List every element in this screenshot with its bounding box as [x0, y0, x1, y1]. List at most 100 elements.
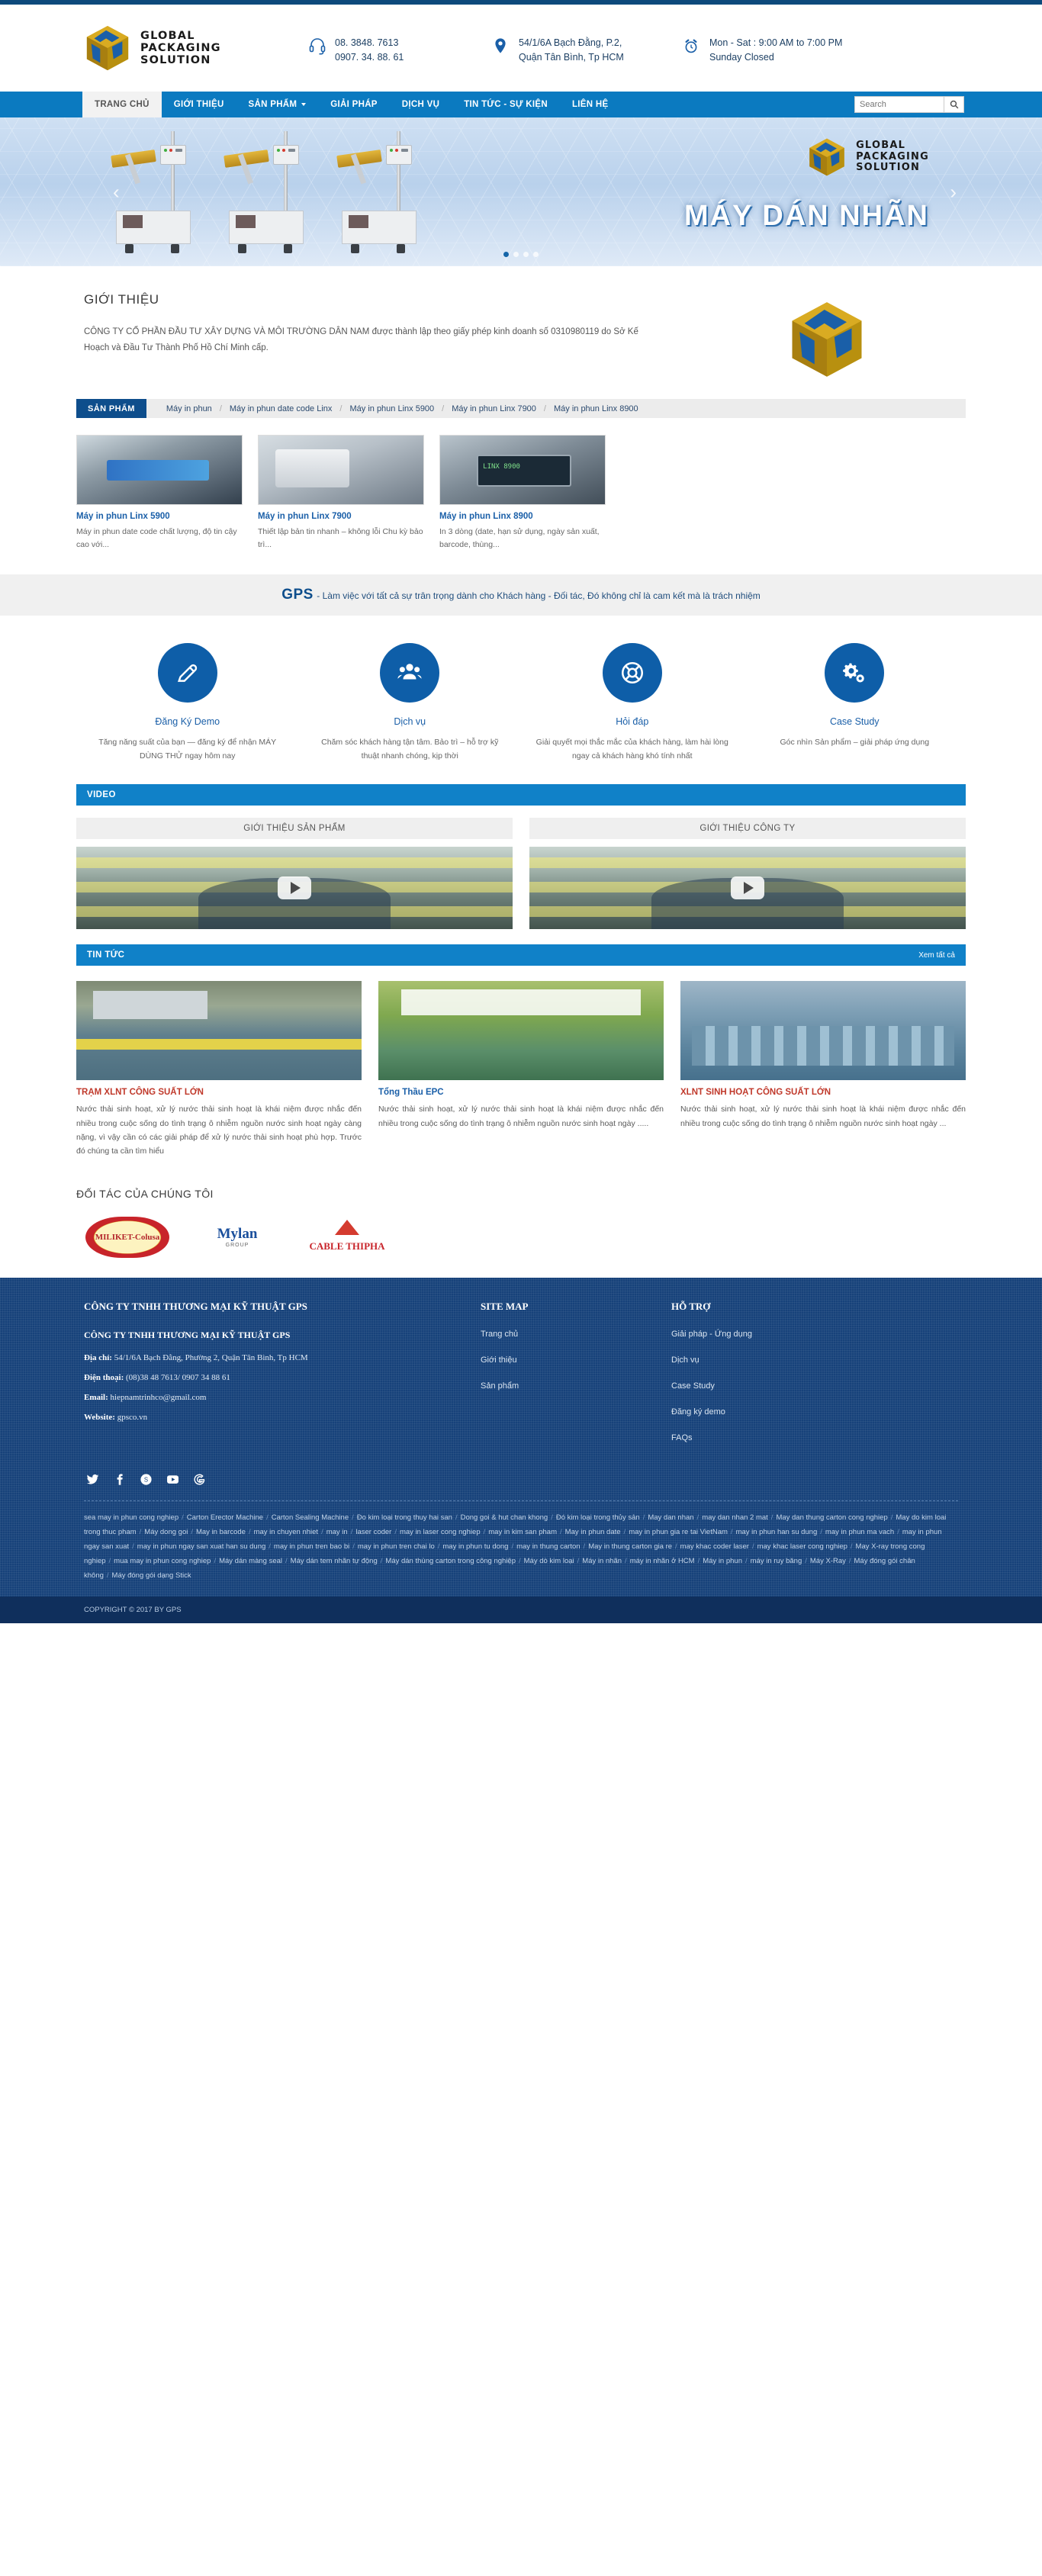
footer-tag[interactable]: May in barcode	[196, 1528, 246, 1536]
footer-tag[interactable]: Máy dán thùng carton trong công nghiệp	[385, 1557, 516, 1565]
twitter-icon[interactable]	[84, 1471, 101, 1488]
footer-tag[interactable]: may in phun tren chai lo	[358, 1542, 435, 1551]
footer-tag[interactable]: may in phun ngay san xuat han su dung	[137, 1542, 265, 1551]
footer-tag[interactable]: may in laser cong nghiep	[400, 1528, 481, 1536]
product-tab-linx-7900[interactable]: Máy in phun Linx 7900	[444, 404, 544, 413]
footer-tag[interactable]: may in chuyen nhiet	[254, 1528, 319, 1536]
footer-tag[interactable]: may dan nhan 2 mat	[702, 1513, 768, 1522]
mylan-group-logo[interactable]: Mylan GROUP	[195, 1217, 279, 1258]
nav-item-san-pham[interactable]: SẢN PHẨM	[236, 92, 319, 117]
footer-tag[interactable]: Máy X-Ray	[810, 1557, 846, 1565]
service-item-case-study[interactable]: Case Study Góc nhìn Sản phẩm – giải pháp…	[744, 642, 966, 764]
footer-tag[interactable]: may in thung carton	[516, 1542, 580, 1551]
footer-tag[interactable]: may khac laser cong nghiep	[757, 1542, 847, 1551]
news-title[interactable]: TRẠM XLNT CÔNG SUẤT LỚN	[76, 1088, 362, 1097]
banner-dot[interactable]	[533, 252, 539, 257]
product-card-title[interactable]: Máy in phun Linx 7900	[258, 512, 424, 521]
news-view-all-link[interactable]: Xem tất cả	[918, 951, 955, 960]
youtube-icon[interactable]	[164, 1471, 181, 1488]
product-card[interactable]: Máy in phun Linx 7900 Thiết lập bản tin …	[258, 435, 424, 552]
site-logo[interactable]: GLOBAL PACKAGING SOLUTION	[76, 24, 297, 72]
product-tab-linx-5900[interactable]: Máy in phun Linx 5900	[342, 404, 442, 413]
search-input[interactable]	[854, 96, 944, 113]
video-thumbnail[interactable]	[529, 847, 966, 930]
footer-tag[interactable]: Đo kim loại trong thuy hai san	[357, 1513, 452, 1522]
service-item-dang-ky-demo[interactable]: Đăng Ký Demo Tăng năng suất của bạn — đă…	[76, 642, 299, 764]
footer-link-giai-phap-ung-dung[interactable]: Giải pháp - Ứng dụng	[671, 1330, 915, 1339]
footer-tag[interactable]: Đó kim loại trong thủy sản	[556, 1513, 640, 1522]
footer-link-dich-vu[interactable]: Dịch vụ	[671, 1356, 915, 1365]
product-tab-may-in-phun[interactable]: Máy in phun	[159, 404, 220, 413]
product-tab-linx-8900[interactable]: Máy in phun Linx 8900	[546, 404, 646, 413]
video-item-san-pham[interactable]: GIỚI THIỆU SẢN PHẨM	[76, 818, 513, 930]
footer-tag[interactable]: may in phun tu dong	[442, 1542, 508, 1551]
footer-tag[interactable]: Máy dong goi	[144, 1528, 188, 1536]
banner-dot[interactable]	[523, 252, 529, 257]
footer-link-case-study[interactable]: Case Study	[671, 1381, 915, 1391]
google-plus-icon[interactable]	[191, 1471, 207, 1488]
footer-tag[interactable]: máy in ruy băng	[751, 1557, 802, 1565]
service-item-dich-vu[interactable]: Dịch vụ Chăm sóc khách hàng tận tâm. Bảo…	[299, 642, 522, 764]
footer-tag[interactable]: may in	[326, 1528, 348, 1536]
footer-tag[interactable]: Máy dán tem nhãn tự động	[291, 1557, 378, 1565]
nav-item-gioi-thieu[interactable]: GIỚI THIỆU	[162, 92, 236, 117]
footer-tag[interactable]: Máy dán màng seal	[219, 1557, 282, 1565]
video-item-cong-ty[interactable]: GIỚI THIỆU CÔNG TY	[529, 818, 966, 930]
footer-link-gioi-thieu[interactable]: Giới thiệu	[481, 1356, 671, 1365]
product-card[interactable]: Máy in phun Linx 8900 In 3 dòng (date, h…	[439, 435, 606, 552]
nav-item-giai-phap[interactable]: GIẢI PHÁP	[318, 92, 390, 117]
footer-tag[interactable]: may in phun ma vach	[825, 1528, 894, 1536]
footer-link-dang-ky-demo[interactable]: Đăng ký demo	[671, 1407, 915, 1417]
news-item[interactable]: Tổng Thầu EPC Nước thải sinh hoạt, xử lý…	[378, 981, 664, 1159]
footer-tag[interactable]: Carton Sealing Machine	[272, 1513, 349, 1522]
footer-tag[interactable]: may khac coder laser	[680, 1542, 749, 1551]
cable-thipha-logo[interactable]: CABLE THIPHA	[305, 1217, 389, 1258]
footer-website-value[interactable]: gpsco.vn	[117, 1413, 147, 1422]
play-button-icon[interactable]	[278, 876, 311, 900]
footer-tag[interactable]: laser coder	[355, 1528, 391, 1536]
footer-tag[interactable]: May dan thung carton cong nghiep	[776, 1513, 887, 1522]
footer-link-san-pham[interactable]: Sản phẩm	[481, 1381, 671, 1391]
footer-tag[interactable]: Carton Erector Machine	[187, 1513, 263, 1522]
product-card-title[interactable]: Máy in phun Linx 8900	[439, 512, 606, 521]
video-thumbnail[interactable]	[76, 847, 513, 930]
footer-website-row[interactable]: Website: gpsco.vn	[84, 1413, 481, 1422]
product-tab-date-code-linx[interactable]: Máy in phun date code Linx	[222, 404, 340, 413]
footer-tag[interactable]: may in phun tren bao bi	[274, 1542, 349, 1551]
play-button-icon[interactable]	[731, 876, 764, 900]
nav-item-trang-chu[interactable]: TRANG CHỦ	[82, 92, 162, 117]
banner-dot[interactable]	[503, 252, 509, 257]
news-item[interactable]: TRẠM XLNT CÔNG SUẤT LỚN Nước thải sinh h…	[76, 981, 362, 1159]
skype-icon[interactable]: S	[137, 1471, 154, 1488]
footer-tag[interactable]: May in thung carton gia re	[588, 1542, 672, 1551]
banner-dots[interactable]	[503, 252, 539, 257]
footer-tag[interactable]: may in kim san pham	[488, 1528, 557, 1536]
banner-prev-arrow[interactable]: ‹	[113, 180, 120, 204]
product-card-title[interactable]: Máy in phun Linx 5900	[76, 512, 243, 521]
footer-tag[interactable]: Máy in nhãn	[582, 1557, 622, 1565]
footer-email-value[interactable]: hiepnamtrinhco@gmail.com	[111, 1393, 207, 1402]
footer-tag[interactable]: may in phun han su dung	[736, 1528, 818, 1536]
footer-tag[interactable]: may in phun gia re tai VietNam	[629, 1528, 728, 1536]
footer-tag[interactable]: Máy in phun	[703, 1557, 742, 1565]
search-button[interactable]	[944, 96, 964, 113]
facebook-icon[interactable]	[111, 1471, 127, 1488]
footer-tag[interactable]: Dong goi & hut chan khong	[461, 1513, 548, 1522]
news-title[interactable]: XLNT SINH HOẠT CÔNG SUẤT LỚN	[680, 1088, 966, 1097]
nav-item-dich-vu[interactable]: DỊCH VỤ	[390, 92, 452, 117]
news-item[interactable]: XLNT SINH HOẠT CÔNG SUẤT LỚN Nước thải s…	[680, 981, 966, 1159]
product-card[interactable]: Máy in phun Linx 5900 Máy in phun date c…	[76, 435, 243, 552]
news-title[interactable]: Tổng Thầu EPC	[378, 1088, 664, 1097]
footer-tag[interactable]: May in phun date	[565, 1528, 621, 1536]
footer-tag[interactable]: máy in nhãn ở HCM	[630, 1557, 695, 1565]
nav-item-lien-he[interactable]: LIÊN HỆ	[560, 92, 620, 117]
footer-link-trang-chu[interactable]: Trang chủ	[481, 1330, 671, 1339]
banner-next-arrow[interactable]: ›	[950, 180, 957, 204]
nav-item-tin-tuc-su-kien[interactable]: TIN TỨC - SỰ KIỆN	[452, 92, 560, 117]
footer-link-faqs[interactable]: FAQs	[671, 1433, 915, 1442]
footer-tag[interactable]: May dan nhan	[648, 1513, 693, 1522]
footer-email-row[interactable]: Email: hiepnamtrinhco@gmail.com	[84, 1393, 481, 1402]
service-item-hoi-dap[interactable]: Hỏi đáp Giải quyết mọi thắc mắc của khác…	[521, 642, 744, 764]
footer-tag[interactable]: Máy đóng gói dạng Stick	[112, 1571, 191, 1580]
footer-tag[interactable]: sea may in phun cong nghiep	[84, 1513, 178, 1522]
